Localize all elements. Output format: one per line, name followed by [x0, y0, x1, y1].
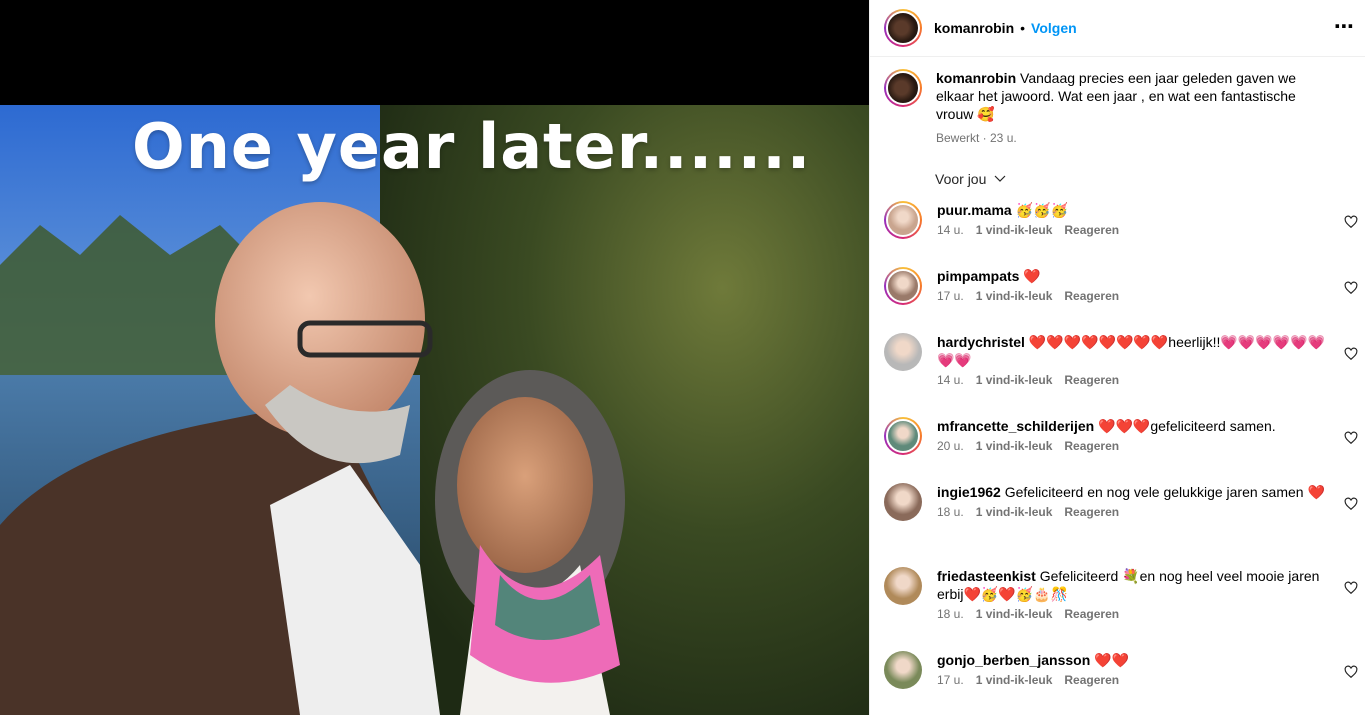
comment-text: 🥳🥳🥳 [1015, 202, 1068, 218]
comment-time[interactable]: 17 u. [937, 673, 964, 687]
comment-meta: 18 u. 1 vind-ik-leuk Reageren [937, 607, 1358, 621]
more-options-icon[interactable]: ⋯ [1334, 14, 1355, 39]
separator-dot: • [1020, 20, 1026, 36]
comment-time[interactable]: 18 u. [937, 505, 964, 519]
reply-button[interactable]: Reageren [1064, 373, 1119, 387]
comment-username[interactable]: pimpampats [937, 268, 1019, 284]
comment-username[interactable]: mfrancette_schilderijen [937, 418, 1094, 434]
comment-likes[interactable]: 1 vind-ik-leuk [976, 289, 1053, 303]
comment-time[interactable]: 14 u. [937, 373, 964, 387]
comment-username[interactable]: gonjo_berben_jansson [937, 652, 1090, 668]
comment-text: ❤️ [1023, 268, 1041, 284]
caption-meta: Bewerkt · 23 u. [936, 131, 1017, 145]
avatar[interactable] [884, 417, 922, 455]
comment-likes[interactable]: 1 vind-ik-leuk [976, 223, 1053, 237]
caption-username[interactable]: komanrobin [936, 70, 1016, 86]
comment-sort-dropdown[interactable]: Voor jou [935, 171, 1006, 187]
comment-time[interactable]: 20 u. [937, 439, 964, 453]
reply-button[interactable]: Reageren [1064, 223, 1119, 237]
avatar[interactable] [884, 9, 922, 47]
chevron-down-icon [994, 175, 1006, 182]
reply-button[interactable]: Reageren [1064, 673, 1119, 687]
reply-button[interactable]: Reageren [1064, 505, 1119, 519]
post-side-panel: komanrobin • Volgen ⋯ komanrobin Vandaag… [869, 0, 1365, 715]
comment-text: ❤️❤️❤️gefeliciteerd samen. [1098, 418, 1276, 434]
post-photo[interactable] [0, 105, 869, 715]
post-header: komanrobin • Volgen ⋯ [870, 0, 1365, 57]
comment-likes[interactable]: 1 vind-ik-leuk [976, 439, 1053, 453]
comment-item: hardychristel ❤️❤️❤️❤️❤️❤️❤️❤️heerlijk!!… [884, 333, 1358, 387]
comment-time[interactable]: 18 u. [937, 607, 964, 621]
comment-username[interactable]: friedasteenkist [937, 568, 1036, 584]
like-heart-icon[interactable] [1344, 347, 1358, 361]
reply-button[interactable]: Reageren [1064, 607, 1119, 621]
photo-illustration [0, 105, 869, 715]
comment-username[interactable]: hardychristel [937, 334, 1025, 350]
comment-meta: 18 u. 1 vind-ik-leuk Reageren [937, 505, 1358, 519]
comment-text: ❤️❤️ [1094, 652, 1130, 668]
comment-likes[interactable]: 1 vind-ik-leuk [976, 373, 1053, 387]
comment-time[interactable]: 14 u. [937, 223, 964, 237]
avatar[interactable] [884, 69, 922, 107]
like-heart-icon[interactable] [1344, 581, 1358, 595]
comment-item: puur.mama 🥳🥳🥳 14 u. 1 vind-ik-leuk Reageren [884, 201, 1358, 239]
reply-button[interactable]: Reageren [1064, 289, 1119, 303]
avatar[interactable] [884, 201, 922, 239]
sort-label: Voor jou [935, 171, 987, 187]
comment-username[interactable]: ingie1962 [937, 484, 1001, 500]
comment-likes[interactable]: 1 vind-ik-leuk [976, 607, 1053, 621]
like-heart-icon[interactable] [1344, 497, 1358, 511]
like-heart-icon[interactable] [1344, 431, 1358, 445]
comment-text: Gefeliciteerd en nog vele gelukkige jare… [1004, 484, 1325, 500]
comment-item: ingie1962 Gefeliciteerd en nog vele gelu… [884, 483, 1358, 521]
author-username[interactable]: komanrobin [934, 20, 1014, 36]
comment-meta: 20 u. 1 vind-ik-leuk Reageren [937, 439, 1358, 453]
comment-time[interactable]: 17 u. [937, 289, 964, 303]
comment-meta: 14 u. 1 vind-ik-leuk Reageren [937, 373, 1358, 387]
comment-meta: 17 u. 1 vind-ik-leuk Reageren [937, 673, 1358, 687]
avatar[interactable] [884, 651, 922, 689]
comment-username[interactable]: puur.mama [937, 202, 1012, 218]
comment-item: gonjo_berben_jansson ❤️❤️ 17 u. 1 vind-ik-… [884, 651, 1358, 689]
like-heart-icon[interactable] [1344, 665, 1358, 679]
comment-meta: 14 u. 1 vind-ik-leuk Reageren [937, 223, 1358, 237]
avatar[interactable] [884, 483, 922, 521]
post-media: One year later....... [0, 0, 869, 715]
comment-item: friedasteenkist Gefeliciteerd 💐en nog he… [884, 567, 1358, 621]
avatar[interactable] [884, 333, 922, 371]
comment-likes[interactable]: 1 vind-ik-leuk [976, 505, 1053, 519]
like-heart-icon[interactable] [1344, 215, 1358, 229]
avatar[interactable] [884, 567, 922, 605]
like-heart-icon[interactable] [1344, 281, 1358, 295]
comment-item: mfrancette_schilderijen ❤️❤️❤️gefelicite… [884, 417, 1358, 455]
post-caption: komanrobin Vandaag precies een jaar gele… [884, 69, 1354, 147]
comment-likes[interactable]: 1 vind-ik-leuk [976, 673, 1053, 687]
comment-meta: 17 u. 1 vind-ik-leuk Reageren [937, 289, 1358, 303]
avatar[interactable] [884, 267, 922, 305]
follow-button[interactable]: Volgen [1031, 20, 1077, 36]
reply-button[interactable]: Reageren [1064, 439, 1119, 453]
overlay-caption: One year later....... [132, 110, 812, 183]
comment-item: pimpampats ❤️ 17 u. 1 vind-ik-leuk Reageren [884, 267, 1358, 305]
